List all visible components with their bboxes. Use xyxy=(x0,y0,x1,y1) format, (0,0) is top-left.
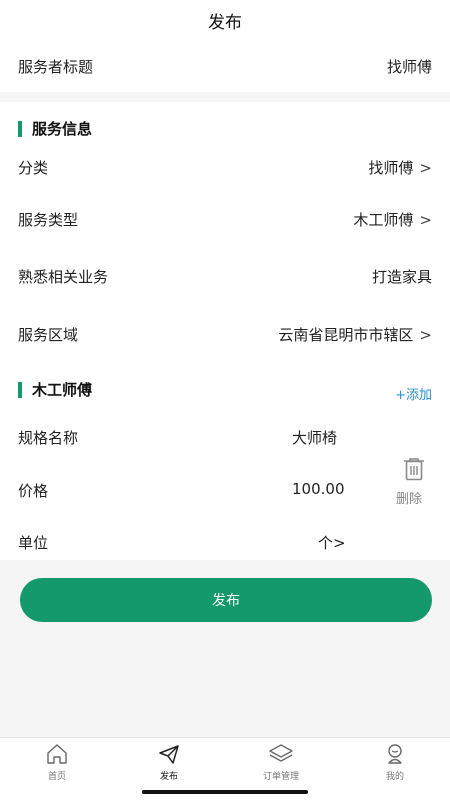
unit-row[interactable]: 单位 个> xyxy=(0,522,450,562)
heading-accent-bar xyxy=(18,121,22,137)
spec-name-label: 规格名称 xyxy=(18,429,79,447)
home-indicator xyxy=(142,790,308,794)
service-title-value: 找师傅 xyxy=(386,58,432,76)
service-type-row[interactable]: 服务类型 木工师傅 > xyxy=(0,199,450,239)
unit-label: 单位 xyxy=(18,534,49,552)
tab-home[interactable]: 首页 xyxy=(17,742,97,790)
spec-heading-text: 木工师傅 xyxy=(32,381,93,399)
familiar-business-value: 打造家具 xyxy=(371,268,432,286)
heading-accent-bar xyxy=(18,382,22,398)
tab-home-label: 首页 xyxy=(47,772,66,782)
page-title: 发布 xyxy=(208,13,242,33)
service-title-row[interactable]: 服务者标题 找师傅 xyxy=(0,46,450,86)
service-type-value-text: 木工师傅 xyxy=(353,211,414,229)
service-type-label: 服务类型 xyxy=(18,211,79,229)
service-title-label: 服务者标题 xyxy=(18,58,94,76)
service-type-value: 木工师傅 > xyxy=(353,209,432,230)
unit-value-text: 个 xyxy=(318,534,334,552)
tab-orders-label: 订单管理 xyxy=(262,772,299,782)
category-value-text: 找师傅 xyxy=(368,159,414,177)
user-icon xyxy=(388,744,402,764)
tab-orders[interactable]: 订单管理 xyxy=(241,742,321,790)
add-spec-link[interactable]: +添加 xyxy=(395,384,432,403)
spec-name-row[interactable]: 规格名称 大师椅 xyxy=(0,417,450,457)
home-icon xyxy=(47,744,67,764)
spec-name-value[interactable]: 大师椅 xyxy=(292,427,337,448)
send-icon xyxy=(159,745,179,764)
tab-mine[interactable]: 我的 xyxy=(355,742,435,790)
service-area-label: 服务区域 xyxy=(18,326,79,344)
familiar-business-label: 熟悉相关业务 xyxy=(18,268,109,286)
service-title-card: 服务者标题 找师傅 xyxy=(0,40,450,92)
familiar-business-row[interactable]: 熟悉相关业务 打造家具 xyxy=(0,256,450,296)
trash-icon[interactable] xyxy=(401,456,427,482)
chevron-right-icon: > xyxy=(419,159,432,177)
price-value[interactable]: 100.00 xyxy=(292,480,345,498)
tab-mine-label: 我的 xyxy=(385,772,404,782)
unit-value[interactable]: 个> xyxy=(318,532,346,553)
category-value: 找师傅 > xyxy=(368,157,432,178)
service-info-card: 服务信息 分类 找师傅 > 服务类型 木工师傅 > 熟悉相关业务 打造家具 服务区域… xyxy=(0,102,450,370)
price-row[interactable]: 价格 100.00 xyxy=(0,470,450,510)
layers-icon xyxy=(269,744,293,762)
service-area-value: 云南省昆明市市辖区 > xyxy=(278,324,432,345)
chevron-right-icon: > xyxy=(419,326,432,344)
tab-publish-label: 发布 xyxy=(159,772,178,782)
delete-label[interactable]: 删除 xyxy=(396,488,422,507)
spec-card: 木工师傅 规格名称 大师椅 价格 100.00 单位 个> xyxy=(0,370,450,560)
service-area-value-text: 云南省昆明市市辖区 xyxy=(278,326,414,344)
category-label: 分类 xyxy=(18,159,49,177)
publish-button[interactable]: 发布 xyxy=(20,578,432,622)
chevron-right-icon: > xyxy=(419,211,432,229)
chevron-right-icon: > xyxy=(333,534,346,552)
service-area-row[interactable]: 服务区域 云南省昆明市市辖区 > xyxy=(0,314,450,354)
service-info-heading-text: 服务信息 xyxy=(32,120,93,138)
top-bar: 发布 xyxy=(0,0,450,40)
tab-publish[interactable]: 发布 xyxy=(129,742,209,790)
category-row[interactable]: 分类 找师傅 > xyxy=(0,147,450,187)
price-label: 价格 xyxy=(18,482,49,500)
